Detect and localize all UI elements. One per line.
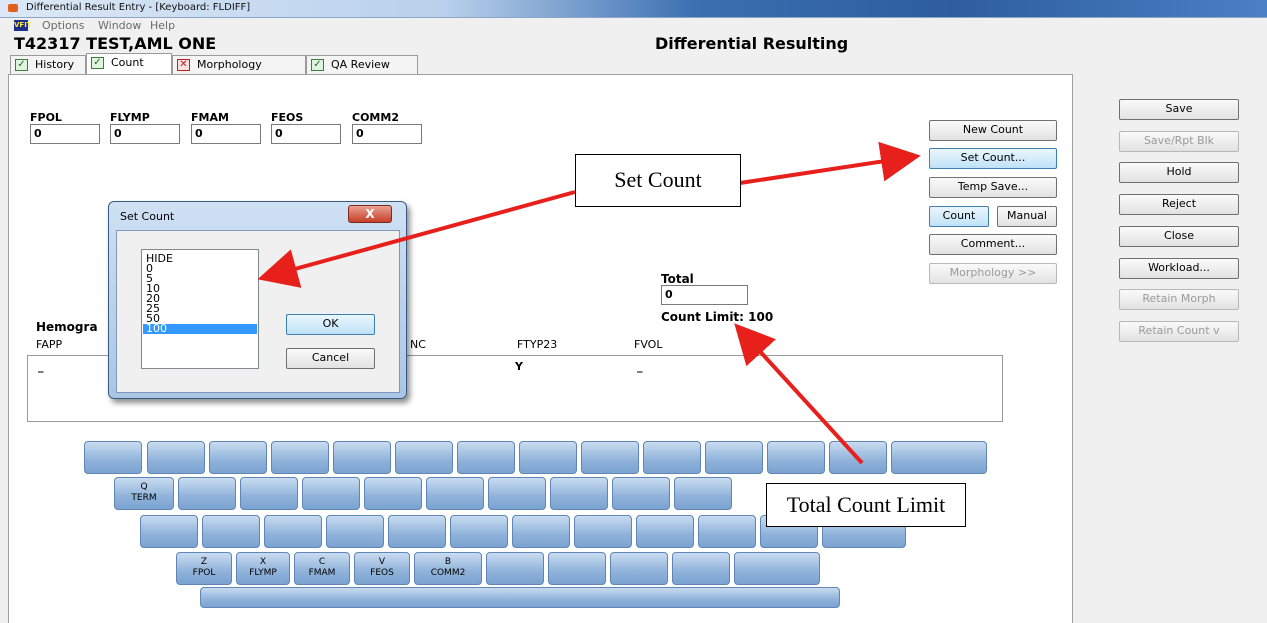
set-count-callout: Set Count <box>575 154 741 207</box>
arrow-to-count-limit <box>734 323 864 465</box>
arrow-to-set-count-button <box>739 141 921 185</box>
total-count-limit-callout: Total Count Limit <box>766 483 966 527</box>
annotation-arrows <box>257 141 921 465</box>
arrow-to-list <box>257 190 576 288</box>
